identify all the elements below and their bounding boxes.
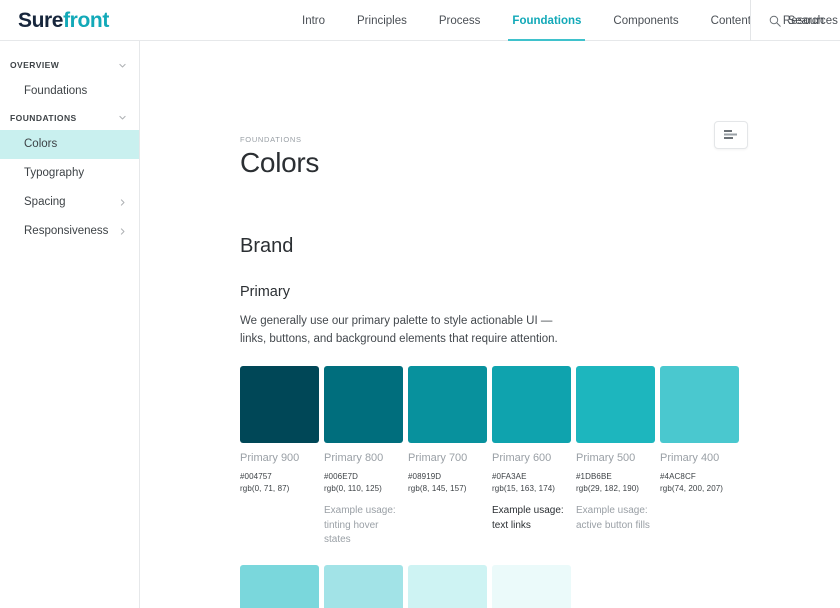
color-swatch[interactable] — [408, 564, 487, 608]
swatch-values: #1DB6BE rgb(29, 182, 190) — [576, 471, 655, 495]
sidebar-item-responsiveness[interactable]: Responsiveness — [0, 217, 139, 246]
chevron-right-icon — [120, 199, 125, 206]
swatch-name: Primary 700 — [408, 451, 468, 464]
swatch-values: #08919D rgb(8, 145, 157) — [408, 471, 487, 495]
swatch-cell: Primary 800 #006E7D rgb(0, 110, 125) Exampl… — [324, 365, 403, 548]
swatch-values: #006E7D rgb(0, 110, 125) — [324, 471, 403, 495]
swatch-hex: #08919D — [408, 472, 442, 482]
color-swatch[interactable] — [324, 365, 403, 443]
sidebar-item-label: Responsiveness — [24, 224, 109, 237]
swatch-hex: #4AC8CF — [660, 472, 696, 482]
sidebar-group-foundations[interactable]: FOUNDATIONS — [0, 106, 139, 130]
sidebar-group-label: OVERVIEW — [10, 60, 60, 70]
swatch-rgb: rgb(15, 163, 174) — [492, 484, 556, 494]
color-swatch[interactable] — [492, 564, 571, 608]
swatch-rgb: rgb(29, 182, 190) — [576, 484, 640, 494]
swatch-row: Primary 300#7AD7DCrgb(122, 215, 220)Prim… — [240, 564, 840, 608]
swatch-cell: Primary 200#A2E3E7rgb(162, 227, 231) — [324, 564, 403, 608]
chevron-down-icon — [119, 63, 126, 67]
swatch-rgb: rgb(0, 71, 87) — [240, 484, 290, 494]
swatch-cell: Primary 400 #4AC8CF rgb(74, 200, 207) — [660, 365, 739, 548]
color-swatch[interactable] — [324, 564, 403, 608]
swatch-usage: Example usage: tinting hover states — [324, 505, 396, 546]
swatch-name: Primary 900 — [240, 451, 300, 464]
swatch-hex: #006E7D — [324, 472, 359, 482]
swatch-cell: Primary 500 #1DB6BE rgb(29, 182, 190) Examp… — [576, 365, 655, 548]
color-swatch[interactable] — [576, 365, 655, 443]
swatch-name: Primary 500 — [576, 451, 636, 464]
swatch-grid: Primary 900 #004757 rgb(0, 71, 87) Primary … — [240, 365, 840, 608]
chevron-down-icon — [119, 116, 126, 120]
sidebar-group-overview[interactable]: OVERVIEW — [0, 53, 139, 77]
nav-item-components[interactable]: Components — [597, 0, 694, 41]
logo-text-accent: front — [63, 8, 109, 32]
swatch-rgb: rgb(8, 145, 157) — [408, 484, 467, 494]
swatch-name: Primary 600 — [492, 451, 552, 464]
sidebar-item-foundations[interactable]: Foundations — [0, 77, 139, 106]
swatch-cell: Primary 700 #08919D rgb(8, 145, 157) — [408, 365, 487, 548]
color-swatch[interactable] — [408, 365, 487, 443]
swatch-cell: Primary 600 #0FA3AE rgb(15, 163, 174) Examp… — [492, 365, 571, 548]
subsection-heading-primary: Primary — [240, 284, 290, 301]
swatch-values: #0FA3AE rgb(15, 163, 174) — [492, 471, 571, 495]
swatch-hex: #004757 — [240, 472, 272, 482]
swatch-name: Primary 800 — [324, 451, 384, 464]
swatch-rgb: rgb(0, 110, 125) — [324, 484, 382, 494]
sidebar-navigation: OVERVIEW Foundations FOUNDATIONS Colors Typo… — [0, 41, 140, 608]
search-label: Search — [787, 14, 824, 27]
sidebar-item-colors[interactable]: Colors — [0, 129, 139, 159]
nav-item-foundations[interactable]: Foundations — [496, 0, 597, 41]
color-swatch[interactable] — [240, 564, 319, 608]
top-navigation-bar: Surefront Intro Principles Process Foundati… — [0, 0, 840, 41]
swatch-hex: #0FA3AE — [492, 472, 527, 482]
nav-item-intro[interactable]: Intro — [286, 0, 341, 41]
swatch-cell: Primary 900 #004757 rgb(0, 71, 87) — [240, 365, 319, 548]
page-title: Colors — [240, 147, 320, 178]
search-button[interactable]: Search — [749, 0, 824, 41]
nav-item-principles[interactable]: Principles — [341, 0, 423, 41]
list-format-icon — [724, 130, 737, 139]
nav-item-process[interactable]: Process — [423, 0, 497, 41]
color-swatch[interactable] — [492, 365, 571, 443]
swatch-usage: Example usage: text links — [492, 505, 564, 531]
sidebar-group-label: FOUNDATIONS — [10, 112, 77, 123]
swatch-usage: Example usage: active button fills — [576, 505, 650, 531]
swatch-cell: Primary 300#7AD7DCrgb(122, 215, 220) — [240, 564, 319, 608]
color-swatch[interactable] — [240, 365, 319, 443]
swatch-values: #4AC8CF rgb(74, 200, 207) — [660, 471, 739, 495]
swatch-rgb: rgb(74, 200, 207) — [660, 484, 724, 494]
sidebar-item-spacing[interactable]: Spacing — [0, 188, 139, 217]
search-icon — [769, 15, 781, 27]
chevron-right-icon — [120, 228, 125, 235]
sidebar-item-label: Foundations — [24, 85, 88, 97]
section-heading-brand: Brand — [240, 235, 294, 258]
sidebar-item-typography[interactable]: Typography — [0, 159, 139, 188]
logo-text-primary: Sure — [18, 8, 64, 32]
swatch-cell: Primary 50#EBFAFArgb(235, 250, 250)Examp… — [492, 564, 571, 608]
breadcrumb-eyebrow: FOUNDATIONS — [240, 135, 302, 144]
swatch-values: #004757 rgb(0, 71, 87) — [240, 471, 319, 495]
sidebar-item-label: Spacing — [24, 195, 66, 208]
swatch-cell: Primary 100#CEF3F3rgb(206, 243, 243)Exam… — [408, 564, 487, 608]
sidebar-item-label: Colors — [24, 137, 58, 150]
palette-description: We generally use our primary palette to … — [240, 315, 558, 345]
swatch-name: Primary 400 — [660, 451, 720, 464]
swatch-hex: #1DB6BE — [576, 472, 612, 482]
list-format-button[interactable] — [714, 121, 748, 149]
color-swatch[interactable] — [660, 365, 739, 443]
main-content: FOUNDATIONS Colors Brand Primary We gene… — [140, 41, 840, 608]
brand-logo[interactable]: Surefront — [18, 10, 109, 31]
swatch-row: Primary 900 #004757 rgb(0, 71, 87) Primary … — [240, 365, 840, 548]
sidebar-item-label: Typography — [24, 166, 85, 179]
